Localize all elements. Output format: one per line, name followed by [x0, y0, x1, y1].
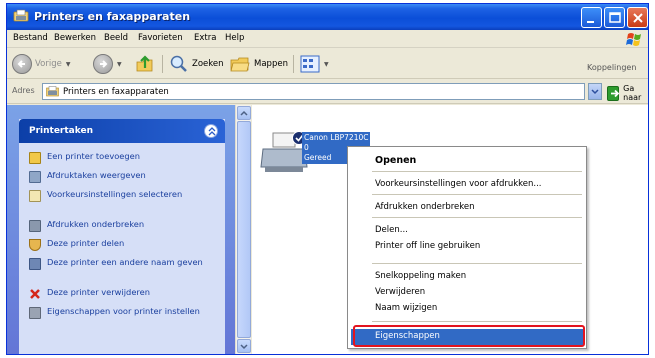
- add-printer-icon: [29, 152, 41, 164]
- task-pane: Printertaken Een printer toevoegen Afdru…: [7, 105, 235, 354]
- menu-bestand[interactable]: Bestand: [13, 33, 48, 43]
- menu-rename[interactable]: Naam wijzigen: [375, 303, 437, 313]
- up-folder-icon: [136, 55, 153, 72]
- printer-tasks-panel: Printertaken Een printer toevoegen Afdru…: [19, 119, 225, 354]
- links-label[interactable]: Koppelingen: [587, 63, 636, 72]
- chevron-down-icon: [591, 89, 599, 95]
- menu-delete[interactable]: Verwijderen: [375, 287, 425, 297]
- chevron-down-icon[interactable]: ▼: [117, 61, 122, 68]
- go-arrow-icon: [607, 85, 620, 101]
- minimize-button[interactable]: [581, 7, 602, 28]
- task-pause[interactable]: Afdrukken onderbreken: [29, 219, 207, 232]
- menu-separator: [372, 217, 582, 218]
- go-button[interactable]: Ga naar: [607, 84, 648, 102]
- toolbar: Vorige ▼ ▼ Zoeken Mappen ▼ Koppelingen: [7, 49, 648, 79]
- address-value: Printers en faxapparaten: [63, 87, 169, 97]
- window-title: Printers en faxapparaten: [34, 10, 191, 23]
- menu-create-shortcut[interactable]: Snelkoppeling maken: [375, 271, 466, 281]
- search-icon: [170, 55, 187, 72]
- printer-name: Canon LBP7210C: [304, 133, 369, 142]
- print-jobs-icon: [29, 171, 41, 183]
- maximize-button[interactable]: [604, 7, 625, 28]
- close-button[interactable]: [627, 7, 648, 28]
- rename-icon: [29, 258, 41, 270]
- folders-button[interactable]: Mappen: [229, 54, 288, 74]
- menu-open[interactable]: Openen: [375, 155, 416, 166]
- properties-icon: [29, 307, 41, 319]
- menu-bar: Bestand Bewerken Beeld Favorieten Extra …: [7, 30, 648, 48]
- task-rename[interactable]: Deze printer een andere naam geven: [29, 257, 207, 270]
- back-arrow-icon: [12, 54, 32, 74]
- menu-beeld[interactable]: Beeld: [104, 33, 128, 43]
- menu-help[interactable]: Help: [225, 33, 244, 43]
- task-delete[interactable]: Deze printer verwijderen: [29, 287, 207, 300]
- task-preferences[interactable]: Voorkeursinstellingen selecteren: [29, 189, 207, 202]
- menu-separator: [372, 194, 582, 195]
- address-input[interactable]: Printers en faxapparaten: [42, 83, 585, 100]
- forward-button[interactable]: ▼: [93, 54, 122, 74]
- views-button[interactable]: ▼: [300, 54, 329, 74]
- task-view-jobs[interactable]: Afdruktaken weergeven: [29, 170, 207, 183]
- delete-icon: [29, 288, 41, 300]
- back-label: Vorige: [35, 59, 62, 69]
- toolbar-separator: [293, 55, 294, 73]
- up-folder-button[interactable]: [135, 54, 155, 74]
- menu-separator: [372, 321, 582, 322]
- preferences-icon: [29, 190, 41, 202]
- menu-extra[interactable]: Extra: [194, 33, 216, 43]
- chevron-down-icon[interactable]: ▼: [324, 61, 329, 68]
- printer-folder-icon: [13, 9, 29, 22]
- menu-separator: [372, 171, 582, 172]
- chevron-down-icon[interactable]: ▼: [66, 61, 71, 68]
- toolbar-separator: [162, 55, 163, 73]
- share-icon: [29, 239, 41, 251]
- folders-label: Mappen: [254, 59, 288, 69]
- address-label: Adres: [12, 86, 35, 95]
- printer-folder-icon: [46, 86, 59, 97]
- printer-tasks-title: Printertaken: [29, 126, 94, 136]
- minimize-icon: [587, 21, 594, 23]
- chevron-up-icon: [240, 110, 248, 116]
- back-button[interactable]: Vorige ▼: [12, 54, 70, 74]
- address-dropdown-button[interactable]: [588, 83, 602, 100]
- task-add-printer[interactable]: Een printer toevoegen: [29, 151, 207, 164]
- task-pane-scrollbar[interactable]: [235, 105, 251, 354]
- context-menu: Openen Voorkeursinstellingen voor afdruk…: [347, 146, 587, 349]
- title-bar[interactable]: Printers en faxapparaten: [7, 4, 648, 30]
- scroll-thumb[interactable]: [237, 121, 251, 338]
- menu-pause-printing[interactable]: Afdrukken onderbreken: [375, 202, 475, 212]
- maximize-icon: [609, 12, 621, 23]
- task-properties[interactable]: Eigenschappen voor printer instellen: [29, 306, 207, 319]
- menu-use-offline[interactable]: Printer off line gebruiken: [375, 241, 480, 251]
- address-bar: Adres Printers en faxapparaten Ga naar: [7, 80, 648, 104]
- search-button[interactable]: Zoeken: [169, 54, 224, 74]
- folders-icon: [230, 57, 250, 72]
- scroll-up-button[interactable]: [237, 106, 251, 120]
- close-icon: [633, 13, 643, 23]
- menu-print-preferences[interactable]: Voorkeursinstellingen voor afdrukken...: [375, 179, 542, 189]
- go-label: Ga naar: [623, 84, 642, 102]
- pause-icon: [29, 220, 41, 232]
- menu-favorieten[interactable]: Favorieten: [138, 33, 183, 43]
- menu-share[interactable]: Delen...: [375, 225, 408, 235]
- menu-separator: [372, 263, 582, 264]
- scroll-down-button[interactable]: [237, 339, 251, 353]
- highlight-frame: [353, 325, 585, 347]
- views-icon: [300, 55, 320, 73]
- chevron-down-icon: [240, 344, 248, 350]
- task-share[interactable]: Deze printer delen: [29, 238, 207, 251]
- collapse-button[interactable]: [204, 124, 218, 138]
- collapse-chevron-icon: [208, 127, 216, 136]
- printer-tasks-header[interactable]: Printertaken: [19, 119, 225, 143]
- search-label: Zoeken: [192, 59, 224, 69]
- windows-logo-icon: [626, 33, 641, 46]
- forward-arrow-icon: [93, 54, 113, 74]
- menu-bewerken[interactable]: Bewerken: [54, 33, 96, 43]
